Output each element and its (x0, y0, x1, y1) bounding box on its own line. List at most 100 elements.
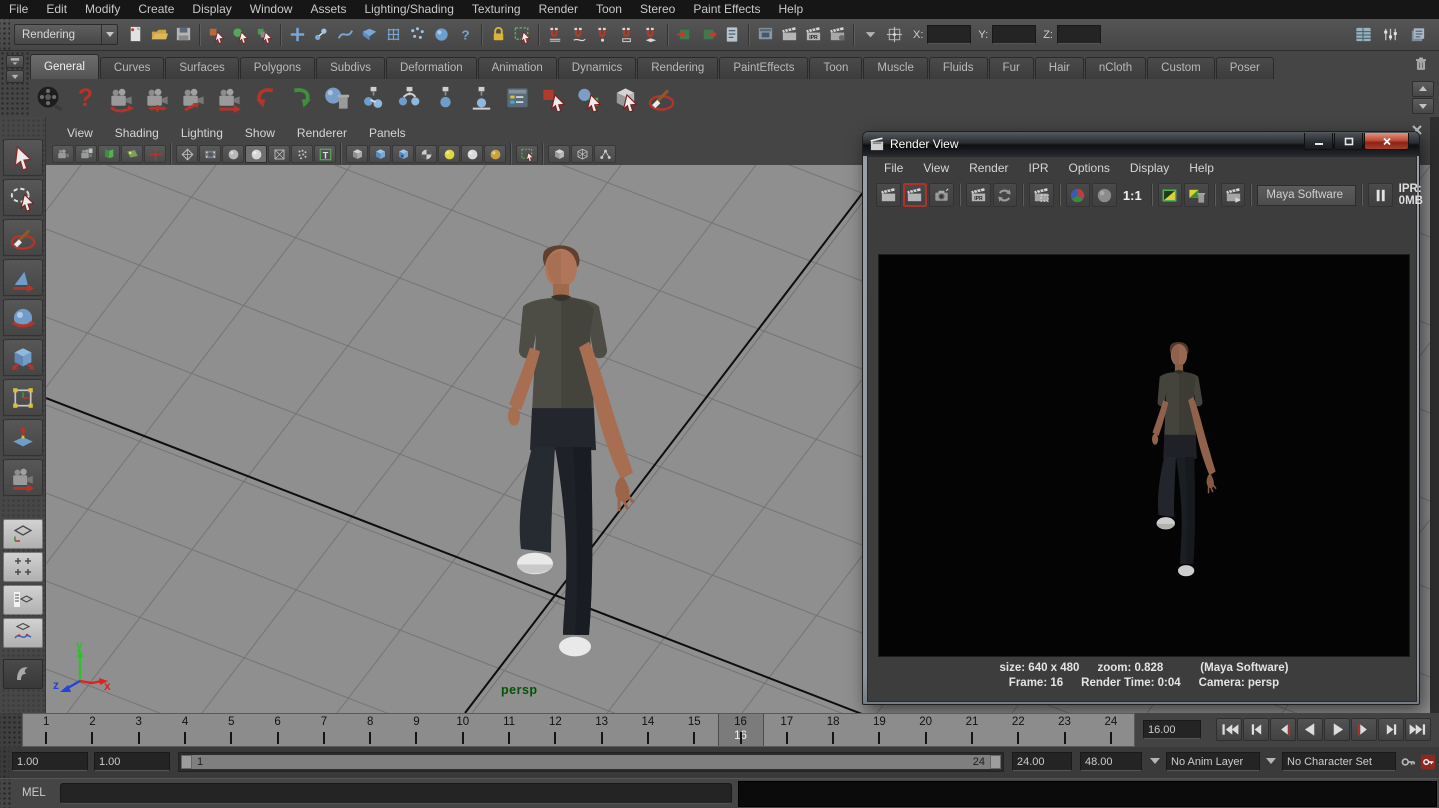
menu-assets[interactable]: Assets (301, 0, 355, 19)
menu-create[interactable]: Create (129, 0, 183, 19)
shelf-scroll-up-icon[interactable] (1412, 81, 1434, 97)
redo-previous-render-icon[interactable] (903, 183, 928, 207)
open-render-view-icon[interactable] (754, 23, 777, 46)
mask-surfaces-icon[interactable] (358, 23, 381, 46)
tool-settings-icon[interactable] (1379, 23, 1402, 46)
lock-selection-icon[interactable] (487, 23, 510, 46)
mask-joints-icon[interactable] (310, 23, 333, 46)
use-all-lights-icon[interactable] (415, 145, 437, 163)
command-input[interactable] (60, 783, 732, 804)
render-current-frame-icon[interactable] (876, 183, 901, 207)
camera-dolly-icon[interactable] (178, 83, 209, 114)
output-connections-icon[interactable] (697, 23, 720, 46)
isolate-select-icon[interactable] (548, 145, 570, 163)
anim-layer-dropdown-icon[interactable] (1150, 758, 1160, 764)
character-model[interactable] (451, 240, 671, 670)
viewport-menu-show[interactable]: Show (234, 126, 286, 140)
shelf-tab-rendering[interactable]: Rendering (637, 57, 718, 79)
select-component-icon[interactable] (253, 23, 276, 46)
render-view-menu-display[interactable]: Display (1120, 161, 1179, 175)
range-slider-track[interactable]: 1 24 (178, 752, 1004, 772)
snap-view-plane-icon[interactable] (616, 23, 639, 46)
shelf-tab-ncloth[interactable]: nCloth (1085, 57, 1146, 79)
menu-set-dropdown[interactable]: Rendering (14, 24, 118, 45)
character-set-dropdown-icon[interactable] (1266, 758, 1276, 764)
rotate-tool-button[interactable] (3, 299, 43, 336)
graph-persp-layout-button[interactable] (3, 618, 43, 648)
alpha-channel-icon[interactable] (1092, 183, 1117, 207)
time-slider-drag-handle[interactable] (0, 713, 22, 747)
joint-chain-icon[interactable] (358, 83, 389, 114)
viewport-menu-panels[interactable]: Panels (358, 126, 417, 140)
mask-rendering-icon[interactable] (430, 23, 453, 46)
construction-history-icon[interactable] (721, 23, 744, 46)
joint-single-icon[interactable] (430, 83, 461, 114)
menu-edit[interactable]: Edit (37, 0, 76, 19)
geometry-cursor-icon[interactable] (574, 83, 605, 114)
menu-window[interactable]: Window (241, 0, 302, 19)
mask-curves-icon[interactable] (334, 23, 357, 46)
shelf-tab-polygons[interactable]: Polygons (240, 57, 315, 79)
mask-deformations-icon[interactable] (382, 23, 405, 46)
menu-render[interactable]: Render (530, 0, 587, 19)
range-slider-bar[interactable]: 1 24 (181, 755, 1001, 769)
viewport-menu-shading[interactable]: Shading (104, 126, 170, 140)
single-pane-layout-button[interactable] (3, 519, 43, 549)
paint-selection-tool-button[interactable] (3, 219, 43, 256)
camera-orbit-icon[interactable] (106, 83, 137, 114)
step-back-frame-button[interactable] (1243, 718, 1269, 741)
render-view-menu-file[interactable]: File (874, 161, 913, 175)
set-key-icon[interactable] (1399, 753, 1418, 772)
step-forward-key-button[interactable] (1351, 718, 1377, 741)
time-slider-ruler[interactable]: 1612345678910111213141516171819202122232… (22, 713, 1135, 747)
refresh-ipr-icon[interactable] (993, 183, 1018, 207)
chevron-down-icon[interactable] (101, 25, 117, 44)
render-view-title-bar[interactable]: Render View (863, 132, 1419, 156)
select-hierarchy-icon[interactable] (205, 23, 228, 46)
outliner-persp-layout-button[interactable] (3, 585, 43, 615)
smooth-shade-icon[interactable] (222, 145, 244, 163)
shelf-tab-arrow-icon[interactable] (6, 55, 24, 68)
scale-tool-button[interactable] (3, 339, 43, 376)
ipr-render-icon[interactable]: IPR (802, 23, 825, 46)
minimize-button[interactable] (1304, 133, 1333, 150)
go-to-end-button[interactable] (1405, 718, 1431, 741)
render-view-window[interactable]: Render View FileViewRenderIPROptionsDisp… (862, 131, 1420, 705)
mask-dynamics-icon[interactable] (406, 23, 429, 46)
rgb-channels-icon[interactable] (1066, 183, 1091, 207)
region-render-icon[interactable] (1029, 183, 1054, 207)
shelf-scroll-down-icon[interactable] (1412, 98, 1434, 114)
menu-display[interactable]: Display (183, 0, 240, 19)
pause-ipr-icon[interactable] (1368, 183, 1393, 207)
play-forwards-button[interactable] (1324, 718, 1350, 741)
smooth-shade-all-icon[interactable] (245, 145, 267, 163)
camera-fly-icon[interactable] (214, 83, 245, 114)
resolution-gate-icon[interactable] (199, 145, 221, 163)
snap-point-icon[interactable] (592, 23, 615, 46)
go-to-start-button[interactable] (1216, 718, 1242, 741)
rendered-image[interactable] (878, 254, 1410, 657)
anim-layer-field[interactable]: No Anim Layer (1166, 752, 1260, 771)
render-view-menu-help[interactable]: Help (1179, 161, 1224, 175)
shelf-tab-dynamics[interactable]: Dynamics (558, 57, 636, 79)
shelf-tab-general[interactable]: General (30, 54, 99, 79)
channel-box-icon[interactable] (1352, 23, 1375, 46)
keep-image-icon[interactable] (1158, 183, 1183, 207)
redo-icon[interactable] (286, 83, 317, 114)
joint-xray-icon[interactable] (594, 145, 616, 163)
render-view-menu-ipr[interactable]: IPR (1019, 161, 1059, 175)
all-lights-icon[interactable] (484, 145, 506, 163)
current-time-field[interactable] (1143, 720, 1201, 739)
render-view-menu-render[interactable]: Render (959, 161, 1018, 175)
playback-end-field[interactable] (1012, 752, 1072, 771)
render-settings-icon[interactable] (826, 23, 849, 46)
select-tool-button[interactable] (3, 139, 43, 176)
auto-keyframe-icon[interactable] (1419, 753, 1438, 772)
soft-modification-tool-button[interactable] (3, 419, 43, 456)
image-plane-icon[interactable] (121, 145, 143, 163)
mask-handles-icon[interactable] (286, 23, 309, 46)
snap-surface-icon[interactable] (640, 23, 663, 46)
snapshot-icon[interactable] (929, 183, 954, 207)
camera-pan-icon[interactable] (144, 145, 166, 163)
menu-texturing[interactable]: Texturing (463, 0, 530, 19)
